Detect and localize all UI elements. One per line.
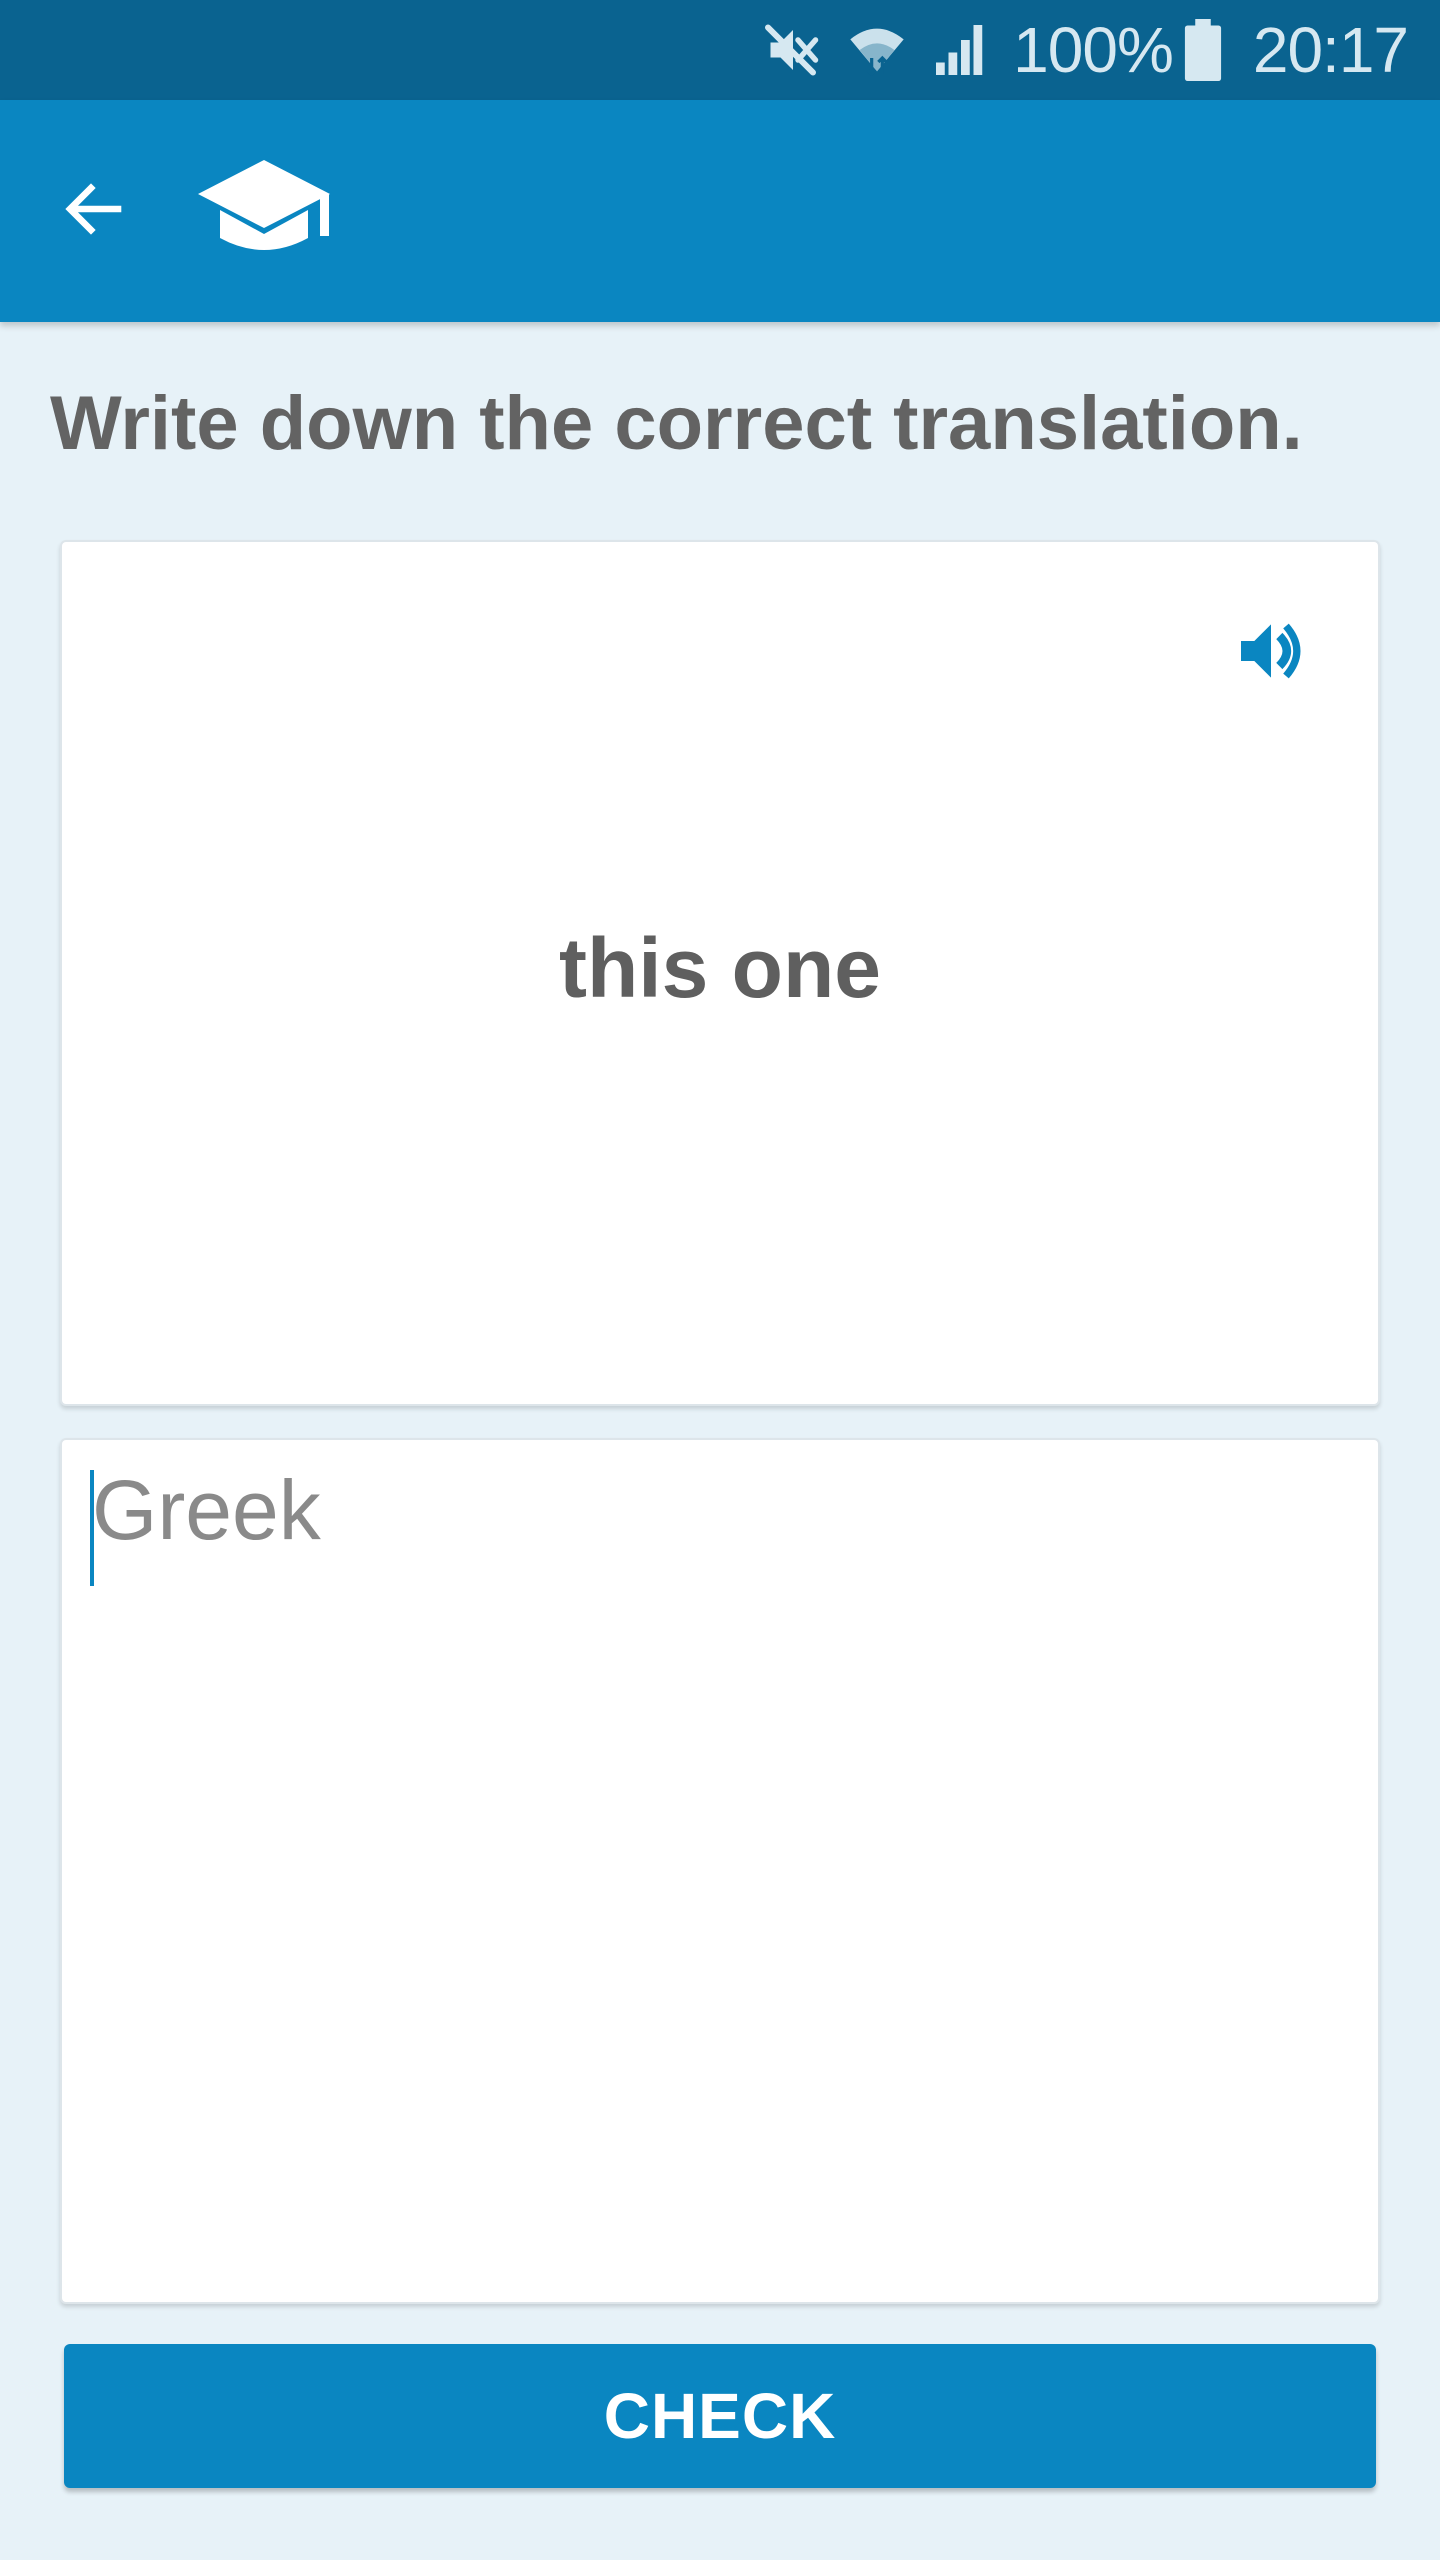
play-audio-button[interactable] [1226,608,1316,698]
status-bar: 100% 20:17 [0,0,1440,100]
prompt-card: this one [60,540,1380,1406]
graduation-cap-icon [196,152,332,268]
wifi-icon [845,18,909,82]
battery-percent: 100% [1013,14,1174,86]
speaker-icon [1231,611,1311,696]
arrow-left-icon [58,173,130,250]
clock: 20:17 [1252,14,1409,86]
translation-input[interactable] [92,1462,1342,2262]
text-cursor [90,1470,94,1586]
back-button[interactable] [44,166,144,256]
app-bar [0,100,1440,322]
check-button[interactable]: CHECK [64,2344,1376,2488]
answer-card [60,1438,1380,2304]
prompt-word: this one [558,921,881,1015]
battery-icon [1183,19,1223,81]
mute-icon [763,20,823,80]
cell-signal-icon [931,20,991,80]
instruction-text: Write down the correct translation. [50,381,1303,466]
